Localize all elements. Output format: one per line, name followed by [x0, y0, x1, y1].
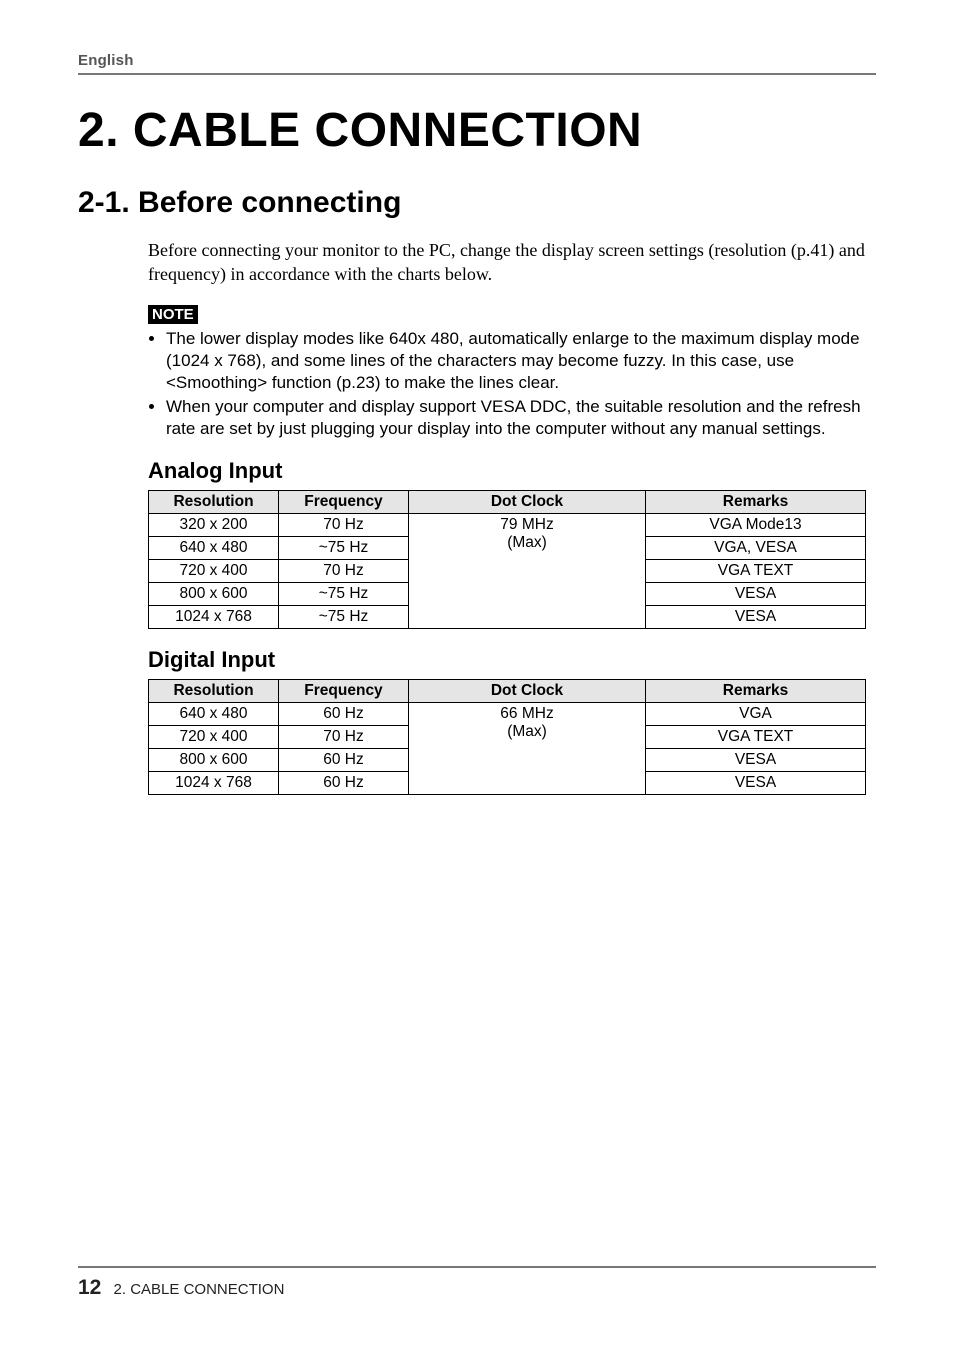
intro-paragraph: Before connecting your monitor to the PC…	[148, 238, 866, 287]
col-frequency: Frequency	[279, 491, 409, 514]
cell-resolution: 720 x 400	[149, 560, 279, 583]
cell-frequency: ~75 Hz	[279, 537, 409, 560]
cell-remarks: VGA	[646, 703, 866, 726]
cell-dot-clock-merged: 79 MHz (Max)	[409, 514, 646, 629]
col-dot-clock: Dot Clock	[409, 491, 646, 514]
cell-resolution: 320 x 200	[149, 514, 279, 537]
chapter-title: 2. CABLE CONNECTION	[78, 103, 876, 158]
cell-resolution: 1024 x 768	[149, 606, 279, 629]
cell-frequency: 60 Hz	[279, 772, 409, 795]
cell-frequency: 70 Hz	[279, 560, 409, 583]
col-resolution: Resolution	[149, 491, 279, 514]
cell-remarks: VGA Mode13	[646, 514, 866, 537]
cell-remarks: VGA TEXT	[646, 726, 866, 749]
cell-frequency: 70 Hz	[279, 726, 409, 749]
content-block: Before connecting your monitor to the PC…	[148, 238, 866, 795]
dot-clock-value: 66 MHz	[500, 705, 553, 722]
cell-resolution: 800 x 600	[149, 583, 279, 606]
footer-section: 2. CABLE CONNECTION	[114, 1281, 285, 1298]
note-label: NOTE	[148, 305, 198, 324]
table-row: 640 x 480 60 Hz 66 MHz (Max) VGA	[149, 703, 866, 726]
analog-input-table: Resolution Frequency Dot Clock Remarks 3…	[148, 490, 866, 629]
page-number: 12	[78, 1276, 101, 1299]
page: English 2. CABLE CONNECTION 2-1. Before …	[0, 0, 954, 1348]
dot-clock-value: 79 MHz	[500, 516, 553, 533]
cell-frequency: 70 Hz	[279, 514, 409, 537]
footer: 12 2. CABLE CONNECTION	[78, 1266, 876, 1300]
digital-heading: Digital Input	[148, 647, 866, 673]
cell-frequency: ~75 Hz	[279, 606, 409, 629]
table-row: 320 x 200 70 Hz 79 MHz (Max) VGA Mode13	[149, 514, 866, 537]
col-frequency: Frequency	[279, 680, 409, 703]
dot-clock-max: (Max)	[507, 534, 547, 551]
note-item: When your computer and display support V…	[166, 396, 866, 440]
note-list: The lower display modes like 640x 480, a…	[148, 328, 866, 440]
col-resolution: Resolution	[149, 680, 279, 703]
cell-frequency: 60 Hz	[279, 703, 409, 726]
table-header-row: Resolution Frequency Dot Clock Remarks	[149, 680, 866, 703]
cell-remarks: VESA	[646, 606, 866, 629]
note-item: The lower display modes like 640x 480, a…	[166, 328, 866, 394]
dot-clock-max: (Max)	[507, 723, 547, 740]
cell-dot-clock-merged: 66 MHz (Max)	[409, 703, 646, 795]
cell-remarks: VESA	[646, 772, 866, 795]
cell-resolution: 720 x 400	[149, 726, 279, 749]
language-label: English	[78, 52, 876, 75]
col-remarks: Remarks	[646, 491, 866, 514]
cell-remarks: VESA	[646, 749, 866, 772]
table-header-row: Resolution Frequency Dot Clock Remarks	[149, 491, 866, 514]
cell-resolution: 640 x 480	[149, 537, 279, 560]
col-remarks: Remarks	[646, 680, 866, 703]
analog-heading: Analog Input	[148, 458, 866, 484]
note-block: NOTE The lower display modes like 640x 4…	[148, 305, 866, 440]
cell-frequency: 60 Hz	[279, 749, 409, 772]
section-title: 2-1. Before connecting	[78, 186, 876, 220]
cell-resolution: 640 x 480	[149, 703, 279, 726]
cell-remarks: VGA, VESA	[646, 537, 866, 560]
cell-resolution: 800 x 600	[149, 749, 279, 772]
cell-frequency: ~75 Hz	[279, 583, 409, 606]
digital-input-table: Resolution Frequency Dot Clock Remarks 6…	[148, 679, 866, 795]
cell-resolution: 1024 x 768	[149, 772, 279, 795]
cell-remarks: VGA TEXT	[646, 560, 866, 583]
cell-remarks: VESA	[646, 583, 866, 606]
col-dot-clock: Dot Clock	[409, 680, 646, 703]
